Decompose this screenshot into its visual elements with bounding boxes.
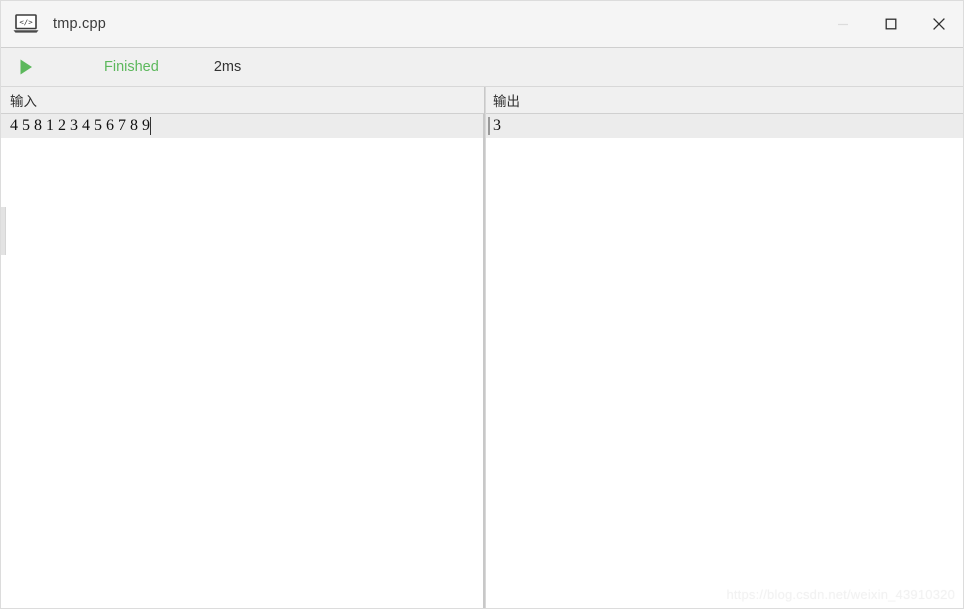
- maximize-icon[interactable]: [867, 1, 915, 47]
- text-caret: [150, 117, 151, 135]
- toolbar: Finished 2ms: [1, 48, 963, 87]
- window-controls: [819, 1, 963, 47]
- output-editor-line[interactable]: 3: [484, 114, 963, 138]
- run-status-text: Finished: [104, 59, 159, 75]
- app-window: </> tmp.cpp Finished 2ms 输入 4 5 8 1 2 3 …: [0, 0, 964, 609]
- input-pane-header: 输入: [1, 87, 484, 114]
- input-editor[interactable]: 4 5 8 1 2 3 4 5 6 7 8 9: [1, 114, 484, 608]
- input-pane-label: 输入: [10, 94, 37, 110]
- vertical-splitter[interactable]: [484, 87, 486, 608]
- output-pane: 输出 3: [484, 87, 963, 608]
- output-caret: [488, 117, 490, 135]
- close-icon[interactable]: [915, 1, 963, 47]
- svg-text:</>: </>: [19, 17, 33, 26]
- input-editor-text: 4 5 8 1 2 3 4 5 6 7 8 9: [10, 117, 150, 134]
- minimize-icon[interactable]: [819, 1, 867, 47]
- input-pane: 输入 4 5 8 1 2 3 4 5 6 7 8 9: [1, 87, 484, 608]
- input-editor-line[interactable]: 4 5 8 1 2 3 4 5 6 7 8 9: [1, 114, 483, 138]
- window-title: tmp.cpp: [53, 16, 106, 32]
- laptop-code-icon: </>: [11, 12, 41, 36]
- output-editor[interactable]: 3: [484, 114, 963, 608]
- split-panes: 输入 4 5 8 1 2 3 4 5 6 7 8 9 输出 3: [1, 87, 963, 608]
- output-editor-text: 3: [493, 117, 501, 134]
- title-bar: </> tmp.cpp: [1, 1, 963, 48]
- left-gutter-handle[interactable]: [1, 207, 6, 255]
- output-pane-label: 输出: [493, 94, 520, 110]
- run-elapsed-text: 2ms: [213, 59, 242, 75]
- output-pane-header: 输出: [484, 87, 963, 114]
- play-icon[interactable]: [15, 56, 37, 78]
